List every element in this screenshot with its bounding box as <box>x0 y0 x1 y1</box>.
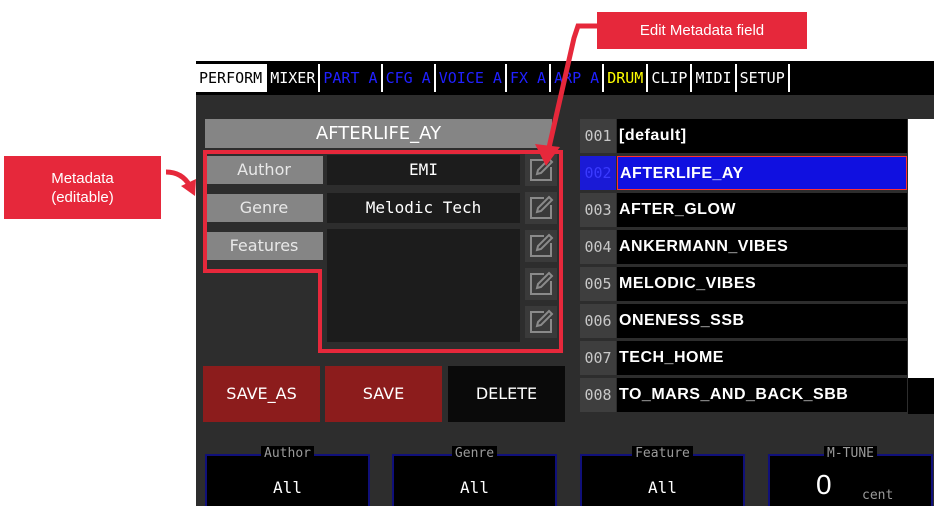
preset-name[interactable]: ONENESS_SSB <box>617 304 907 338</box>
metadata-callout: Metadata (editable) <box>4 156 161 219</box>
preset-row[interactable]: 003 AFTER_GLOW <box>580 193 934 229</box>
preset-row[interactable]: 002 AFTERLIFE_AY <box>580 156 934 192</box>
author-filter-label: Author <box>261 446 314 461</box>
preset-row[interactable]: 005 MELODIC_VIBES <box>580 267 934 303</box>
preset-row[interactable]: 007 TECH_HOME <box>580 341 934 377</box>
preset-name[interactable]: AFTER_GLOW <box>617 193 907 227</box>
save-button[interactable]: SAVE <box>325 366 442 422</box>
preset-row[interactable]: 001 [default] <box>580 119 934 155</box>
feature-filter-label: Feature <box>632 446 693 461</box>
delete-button[interactable]: DELETE <box>448 366 565 422</box>
tab-setup[interactable]: SETUP <box>737 64 790 92</box>
preset-name[interactable]: TO_MARS_AND_BACK_SBB <box>617 378 907 412</box>
metadata-callout-line1: Metadata <box>51 170 114 187</box>
device-screen: PERFORM MIXER PART A CFG A VOICE A FX A … <box>196 61 934 506</box>
genre-filter-value: All <box>460 478 489 497</box>
preset-number: 002 <box>580 156 616 190</box>
mtune-value: 0 <box>816 469 832 500</box>
mtune-label: M-TUNE <box>824 446 877 461</box>
preset-name[interactable]: TECH_HOME <box>617 341 907 375</box>
preset-number: 008 <box>580 378 616 412</box>
preset-name[interactable]: ANKERMANN_VIBES <box>617 230 907 264</box>
author-filter-value: All <box>273 478 302 497</box>
preset-row[interactable]: 008 TO_MARS_AND_BACK_SBB <box>580 378 934 414</box>
feature-filter-value: All <box>648 478 677 497</box>
edit-metadata-callout: Edit Metadata field <box>597 12 807 49</box>
preset-number: 006 <box>580 304 616 338</box>
mtune-unit: cent <box>862 488 894 503</box>
tab-clip[interactable]: CLIP <box>648 64 693 92</box>
preset-row[interactable]: 004 ANKERMANN_VIBES <box>580 230 934 266</box>
preset-name[interactable]: AFTERLIFE_AY <box>617 156 907 190</box>
feature-filter-encoder[interactable]: Feature All <box>580 446 745 506</box>
genre-filter-label: Genre <box>451 446 498 461</box>
preset-number: 003 <box>580 193 616 227</box>
preset-number: 005 <box>580 267 616 301</box>
author-filter-encoder[interactable]: Author All <box>205 446 370 506</box>
preset-name[interactable]: [default] <box>617 119 907 153</box>
save-as-button[interactable]: SAVE_AS <box>203 366 320 422</box>
metadata-highlight-frame <box>203 150 563 353</box>
mtune-encoder[interactable]: M-TUNE 0 cent <box>768 446 933 506</box>
list-scroll-area-bottom <box>908 378 934 414</box>
preset-row[interactable]: 006 ONENESS_SSB <box>580 304 934 340</box>
list-scroll-area <box>908 119 934 385</box>
preset-number: 001 <box>580 119 616 153</box>
genre-filter-encoder[interactable]: Genre All <box>392 446 557 506</box>
tab-drum[interactable]: DRUM <box>604 64 649 92</box>
preset-number: 004 <box>580 230 616 264</box>
tab-midi[interactable]: MIDI <box>692 64 737 92</box>
preset-number: 007 <box>580 341 616 375</box>
preset-name[interactable]: MELODIC_VIBES <box>617 267 907 301</box>
metadata-callout-line2: (editable) <box>51 189 114 206</box>
